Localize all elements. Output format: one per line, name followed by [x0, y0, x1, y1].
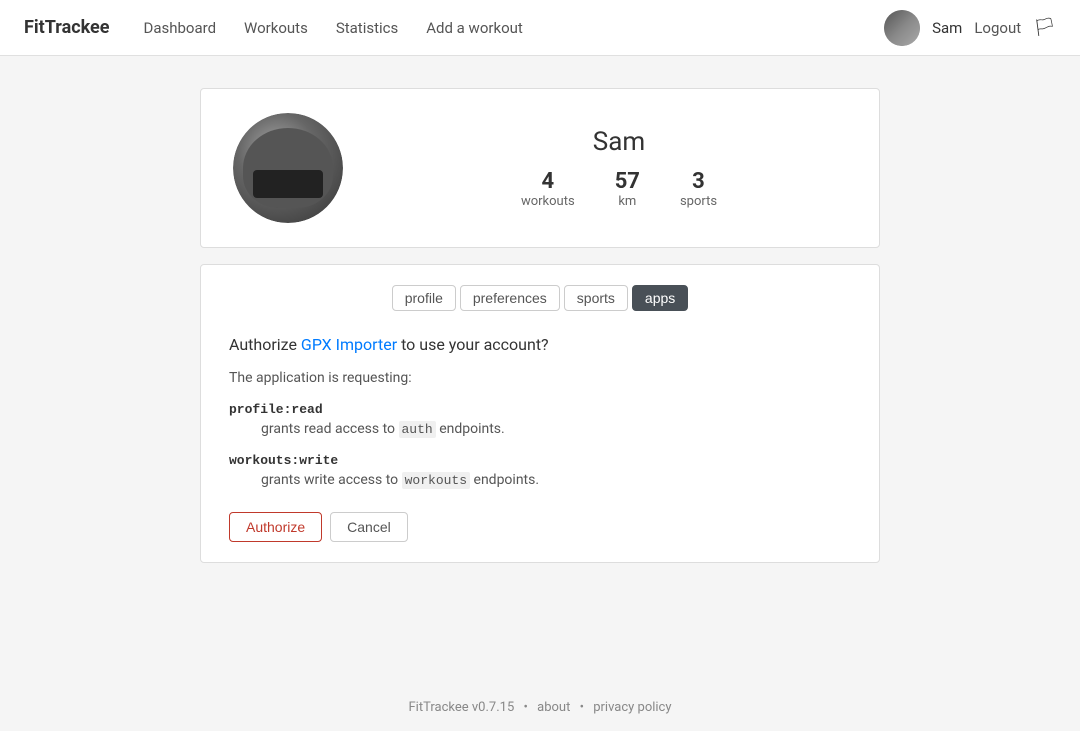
- requesting-text: The application is requesting:: [229, 370, 851, 386]
- profile-username: Sam: [593, 127, 645, 157]
- flag-icon: 🏳: [1033, 17, 1056, 38]
- stat-km-label: km: [618, 194, 636, 209]
- stat-workouts: 4 workouts: [521, 169, 575, 209]
- stat-km-value: 57: [615, 169, 640, 194]
- tab-sports[interactable]: sports: [564, 285, 628, 311]
- permission-name-0: profile:read: [229, 402, 851, 417]
- permission-name-1: workouts:write: [229, 453, 851, 468]
- stat-workouts-value: 4: [542, 169, 555, 194]
- tabs-card: profile preferences sports apps Authoriz…: [200, 264, 880, 563]
- tabs-row: profile preferences sports apps: [225, 285, 855, 311]
- cancel-button[interactable]: Cancel: [330, 512, 408, 542]
- footer: FitTrackee v0.7.15 • about • privacy pol…: [0, 684, 1080, 731]
- stat-sports-label: sports: [680, 194, 717, 209]
- nav-add-workout[interactable]: Add a workout: [424, 15, 525, 41]
- visor: [253, 170, 323, 198]
- nav-logout[interactable]: Logout: [974, 19, 1021, 37]
- authorize-button[interactable]: Authorize: [229, 512, 322, 542]
- stat-workouts-label: workouts: [521, 194, 575, 209]
- stat-km: 57 km: [615, 169, 640, 209]
- nav-dashboard[interactable]: Dashboard: [141, 15, 218, 41]
- tab-profile[interactable]: profile: [392, 285, 456, 311]
- profile-avatar: [233, 113, 343, 223]
- authorize-title: Authorize GPX Importer to use your accou…: [229, 335, 851, 354]
- authorize-section: Authorize GPX Importer to use your accou…: [225, 335, 855, 542]
- tab-apps[interactable]: apps: [632, 285, 688, 311]
- nav-statistics[interactable]: Statistics: [334, 15, 400, 41]
- permission-desc-0: grants read access to auth endpoints.: [229, 421, 851, 437]
- navbar: FitTrackee Dashboard Workouts Statistics…: [0, 0, 1080, 56]
- stat-sports: 3 sports: [680, 169, 717, 209]
- stat-sports-value: 3: [692, 169, 705, 194]
- main-content: Sam 4 workouts 57 km 3 sports: [0, 56, 1080, 684]
- profile-stats: Sam 4 workouts 57 km 3 sports: [391, 127, 847, 209]
- brand-link[interactable]: FitTrackee: [24, 17, 109, 38]
- stats-row: 4 workouts 57 km 3 sports: [521, 169, 717, 209]
- action-buttons: Authorize Cancel: [229, 512, 851, 542]
- permission-desc-1: grants write access to workouts endpoint…: [229, 472, 851, 488]
- permission-workouts-write: workouts:write grants write access to wo…: [229, 453, 851, 488]
- tab-preferences[interactable]: preferences: [460, 285, 560, 311]
- profile-card: Sam 4 workouts 57 km 3 sports: [200, 88, 880, 248]
- navbar-right: Sam Logout 🏳: [884, 10, 1056, 46]
- permission-profile-read: profile:read grants read access to auth …: [229, 402, 851, 437]
- nav-workouts[interactable]: Workouts: [242, 15, 310, 41]
- nav-avatar[interactable]: [884, 10, 920, 46]
- helmet-icon: [243, 128, 333, 208]
- nav-username[interactable]: Sam: [932, 19, 962, 37]
- nav-avatar-img: [884, 10, 920, 46]
- avatar-image: [233, 113, 343, 223]
